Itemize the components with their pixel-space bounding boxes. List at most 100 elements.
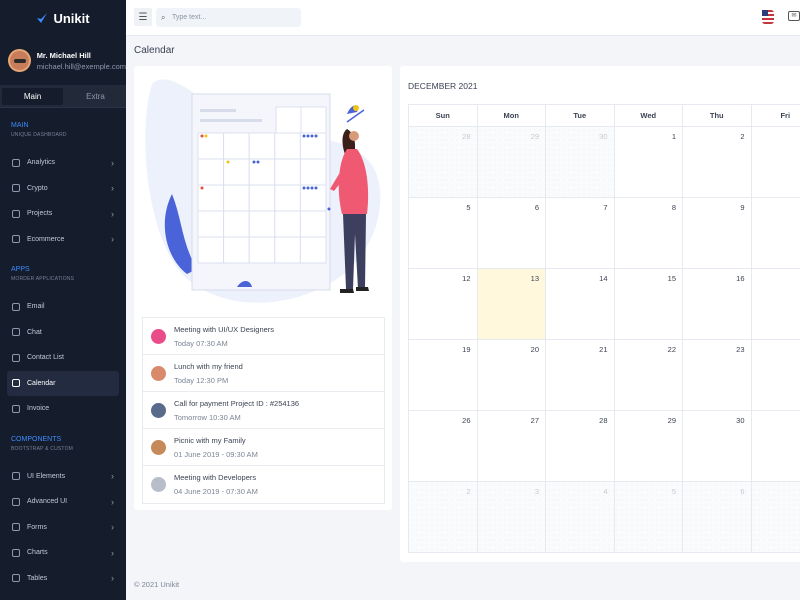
calendar-day-cell[interactable]: 30 <box>545 126 615 198</box>
avatar-icon <box>151 365 166 381</box>
logo[interactable]: Unikit <box>0 0 126 36</box>
sidebar-item-advanced-ui[interactable]: Advanced UI › <box>0 489 126 515</box>
sidebar-item-analytics[interactable]: Analytics › <box>0 150 126 176</box>
calendar-day-cell[interactable]: 16 <box>682 268 752 340</box>
calendar-day-cell[interactable]: 7 <box>750 481 800 553</box>
sidebar-item-calendar[interactable]: Calendar <box>7 370 119 396</box>
topbar: ☰ ⌕ ✉ <box>126 0 800 36</box>
calendar-day-cell[interactable]: 2 <box>682 126 752 198</box>
event-text: Lunch with my friend Today 12:30 PM <box>174 362 243 385</box>
calendar-day-cell[interactable]: 14 <box>545 268 615 340</box>
event-title: Meeting with UI/UX Designers <box>174 324 275 334</box>
page-title: Calendar <box>134 45 175 56</box>
event-time: 04 June 2019 - 07:30 AM <box>174 487 258 496</box>
calendar-day-cell[interactable]: 28 <box>408 126 478 198</box>
calendar-day-cell[interactable]: 3 <box>476 481 546 553</box>
calendar-day-cell[interactable]: 28 <box>545 410 615 482</box>
chevron-right-icon: › <box>111 547 114 558</box>
search-input[interactable] <box>156 8 301 27</box>
calendar-day-cell[interactable]: 9 <box>682 197 752 269</box>
event-time: Tomorrow 10:30 AM <box>174 412 241 422</box>
chevron-right-icon: › <box>111 573 114 584</box>
user-name: Mr. Michael Hill <box>36 50 91 60</box>
calendar-day-cell[interactable]: 23 <box>682 339 752 411</box>
sidebar-item-charts[interactable]: Charts › <box>0 540 126 566</box>
sidebar: Unikit Mr. Michael Hill michael.hill@exe… <box>0 0 126 600</box>
mail-icon[interactable]: ✉ <box>788 11 800 21</box>
calendar-day-cell[interactable]: 3 <box>750 126 800 198</box>
user-profile[interactable]: Mr. Michael Hill michael.hill@exemple.co… <box>0 36 126 86</box>
footer-copyright: © 2021 Unikit <box>134 580 180 589</box>
calendar-day-cell[interactable]: 19 <box>408 339 478 411</box>
calendar-day-cell[interactable]: 15 <box>613 268 683 340</box>
sidebar-item-label: Contact List <box>27 354 64 362</box>
calendar-week-row: 121314151617 <box>408 268 800 340</box>
calendar-day-cell[interactable]: 26 <box>408 410 478 482</box>
user-avatar <box>8 49 31 72</box>
bitcoin-icon <box>12 184 20 193</box>
event-title: Lunch with my friend <box>174 361 243 371</box>
event-item[interactable]: Meeting with UI/UX Designers Today 07:30 … <box>143 318 384 355</box>
calendar-day-cell[interactable]: 12 <box>408 268 478 340</box>
sidebar-item-crypto[interactable]: Crypto › <box>0 176 126 202</box>
tab-main[interactable]: Main <box>2 88 63 105</box>
calendar-day-cell[interactable]: 13 <box>476 268 546 340</box>
calendar-day-cell[interactable]: 20 <box>476 339 546 411</box>
sidebar-item-ui-elements[interactable]: UI Elements › <box>0 464 126 490</box>
calendar-day-cell[interactable]: 5 <box>408 197 478 269</box>
app-name: Unikit <box>53 10 90 26</box>
sidebar-item-label: Crypto <box>27 184 48 192</box>
chat-icon <box>12 328 20 337</box>
event-item[interactable]: Call for payment Project ID : #254136 Tom… <box>143 392 384 429</box>
sidebar-item-contact-list[interactable]: Contact List <box>0 345 126 371</box>
calendar-day-cell[interactable]: 10 <box>750 197 800 269</box>
calendar-day-cell[interactable]: 31 <box>750 410 800 482</box>
us-flag-icon[interactable] <box>762 10 774 24</box>
calendar-grid: SunMonTueWedThuFri2829301235678910121314… <box>408 104 800 553</box>
calendar-day-cell[interactable]: 24 <box>750 339 800 411</box>
sidebar-item-chat[interactable]: Chat <box>0 320 126 346</box>
tab-extra[interactable]: Extra <box>65 86 126 107</box>
sidebar-item-tables[interactable]: Tables › <box>0 566 126 592</box>
sidebar-item-forms[interactable]: Forms › <box>0 515 126 541</box>
sidebar-item-email[interactable]: Email <box>0 294 126 320</box>
calendar-day-cell[interactable]: 5 <box>613 481 683 553</box>
calendar-day-cell[interactable]: 7 <box>545 197 615 269</box>
chevron-right-icon: › <box>111 157 114 168</box>
calendar-day-cell[interactable]: 29 <box>476 126 546 198</box>
calendar-day-cell[interactable]: 1 <box>613 126 683 198</box>
calendar-day-cell[interactable]: 27 <box>476 410 546 482</box>
event-title: Meeting with Developers <box>174 473 257 482</box>
calendar-day-cell[interactable]: 17 <box>750 268 800 340</box>
calendar-day-cell[interactable]: 8 <box>613 197 683 269</box>
sidebar-item-ecommerce[interactable]: Ecommerce › <box>0 227 126 253</box>
event-item[interactable]: Picnic with my Family 01 June 2019 - 09:3… <box>143 429 384 466</box>
event-item[interactable]: Lunch with my friend Today 12:30 PM <box>143 355 384 392</box>
calendar-day-cell[interactable]: 21 <box>545 339 615 411</box>
sidebar-item-invoice[interactable]: Invoice <box>0 396 126 422</box>
sidebar-item-label: Projects <box>27 210 53 218</box>
hamburger-icon: ☰ <box>138 11 148 23</box>
calendar-title: DECEMBER 2021 <box>408 81 478 91</box>
chevron-right-icon: › <box>111 208 114 219</box>
calendar-day-cell[interactable]: 6 <box>476 197 546 269</box>
calendar-day-cell[interactable]: 22 <box>613 339 683 411</box>
calendar-day-cell[interactable]: 2 <box>408 481 478 553</box>
calendar-week-row: 234567 <box>408 481 800 553</box>
sidebar-item-label: Ecommerce <box>27 235 65 243</box>
contacts-icon <box>12 353 20 362</box>
calendar-day-cell[interactable]: 29 <box>613 410 683 482</box>
layers-icon <box>12 472 20 481</box>
event-title: Picnic with my Family <box>174 435 246 445</box>
calendar-day-cell[interactable]: 6 <box>682 481 752 553</box>
user-email: michael.hill@exemple.com <box>36 61 126 71</box>
sidebar-item-projects[interactable]: Projects › <box>0 201 126 227</box>
sidebar-item-label: Analytics <box>27 159 56 167</box>
section-title: COMPONENTS <box>11 435 62 443</box>
sidebar-item-label: UI Elements <box>27 472 66 480</box>
event-item[interactable]: Meeting with Developers 04 June 2019 - 07… <box>143 466 384 503</box>
menu-toggle-button[interactable]: ☰ <box>134 8 152 26</box>
calendar-day-cell[interactable]: 30 <box>682 410 752 482</box>
chevron-right-icon: › <box>111 522 114 533</box>
calendar-day-cell[interactable]: 4 <box>545 481 615 553</box>
